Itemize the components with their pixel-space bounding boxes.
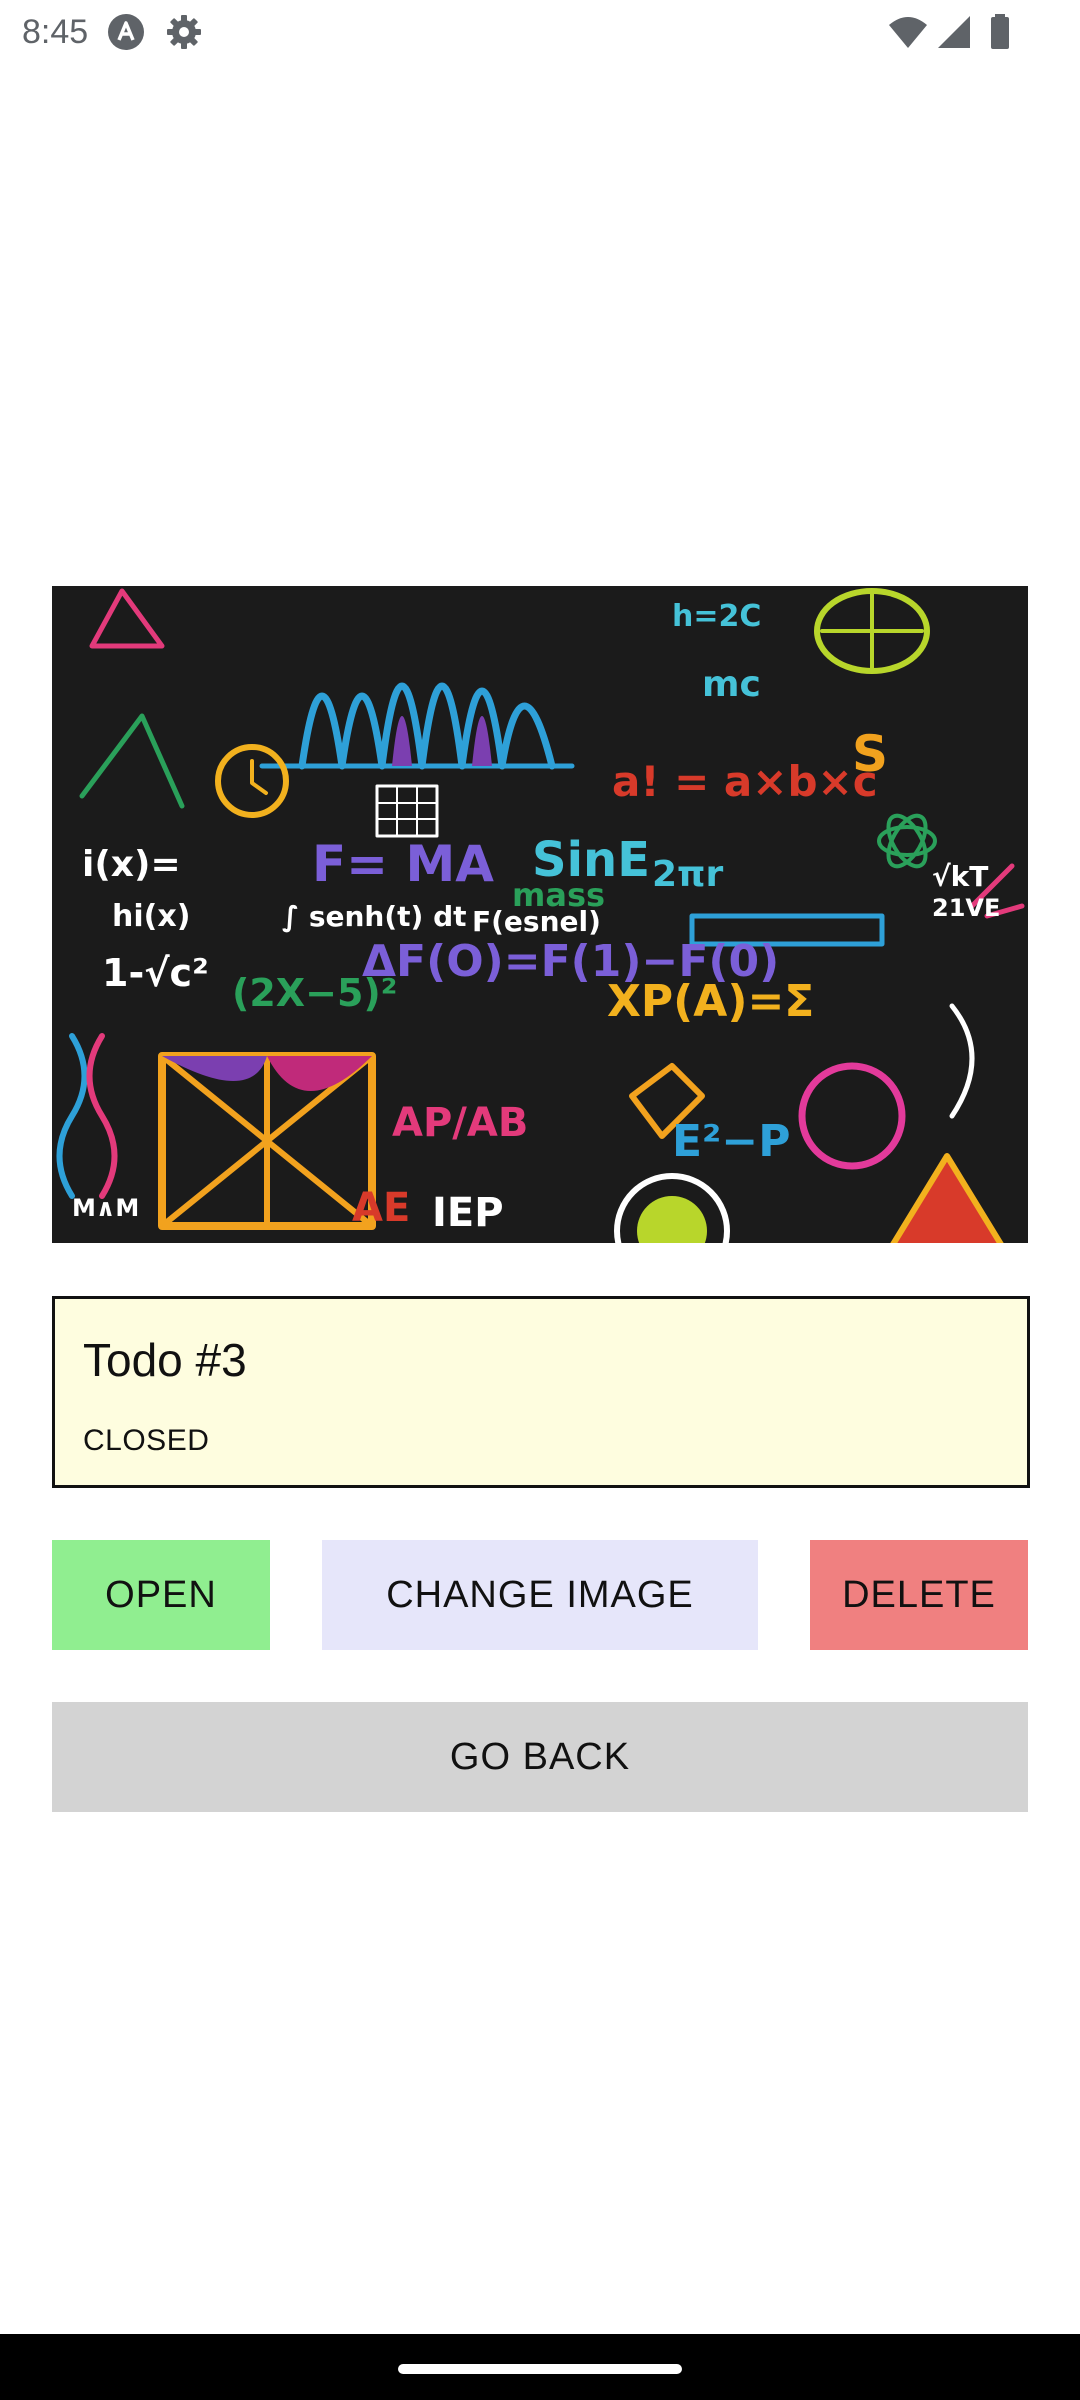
svg-text:M∧M: M∧M bbox=[72, 1194, 139, 1222]
svg-text:21VE: 21VE bbox=[932, 894, 1000, 922]
svg-text:mc: mc bbox=[702, 664, 761, 705]
todo-status: CLOSED bbox=[83, 1424, 210, 1457]
svg-text:XP(A)=Σ: XP(A)=Σ bbox=[607, 976, 814, 1027]
math-chalkboard-image: F= MA SinE mass 2πr ΔF(O)=F(1)−F(0) XP(A… bbox=[52, 586, 1028, 1243]
svg-text:∫ senh(t) dt: ∫ senh(t) dt bbox=[282, 900, 467, 933]
svg-text:E²−P: E²−P bbox=[672, 1116, 790, 1167]
svg-text:hi(x): hi(x) bbox=[112, 899, 190, 934]
open-button[interactable]: OPEN bbox=[52, 1540, 270, 1650]
svg-text:(2X−5)²: (2X−5)² bbox=[232, 971, 397, 1015]
status-bar: 8:45 bbox=[0, 0, 1080, 64]
todo-card: Todo #3 CLOSED bbox=[52, 1296, 1030, 1488]
svg-text:AE: AE bbox=[352, 1185, 410, 1231]
home-gesture-handle[interactable] bbox=[398, 2364, 682, 2374]
svg-text:IEP: IEP bbox=[432, 1190, 504, 1236]
svg-text:AP/AB: AP/AB bbox=[392, 1100, 528, 1146]
status-time: 8:45 bbox=[22, 13, 89, 51]
svg-text:1-√c²: 1-√c² bbox=[102, 951, 209, 995]
todo-title: Todo #3 bbox=[83, 1334, 247, 1386]
svg-text:S: S bbox=[852, 725, 888, 783]
battery-icon bbox=[980, 12, 1020, 52]
svg-text:2πr: 2πr bbox=[652, 854, 724, 895]
svg-text:F(esnel): F(esnel) bbox=[472, 905, 601, 938]
svg-text:F= MA: F= MA bbox=[312, 835, 494, 893]
app-notification-icon bbox=[106, 12, 146, 52]
svg-text:a! = a×b×c: a! = a×b×c bbox=[612, 757, 878, 806]
svg-text:√kT: √kT bbox=[932, 860, 988, 893]
settings-gear-icon bbox=[164, 12, 204, 52]
navigation-bar bbox=[0, 2334, 1080, 2400]
go-back-button[interactable]: GO BACK bbox=[52, 1702, 1028, 1812]
delete-button[interactable]: DELETE bbox=[810, 1540, 1028, 1650]
todo-detail-screen: 8:45 F= MA SinE mass 2πr ΔF(O)=F(1)−F(0)… bbox=[0, 0, 1080, 2400]
wifi-icon bbox=[888, 12, 928, 52]
svg-text:h=2C: h=2C bbox=[672, 599, 761, 634]
cellular-signal-icon bbox=[934, 12, 974, 52]
change-image-button[interactable]: CHANGE IMAGE bbox=[322, 1540, 758, 1650]
svg-text:i(x)=: i(x)= bbox=[82, 844, 181, 885]
